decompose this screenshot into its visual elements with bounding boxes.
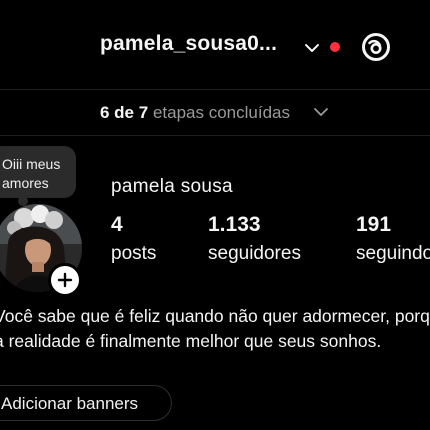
posts-label: posts <box>111 243 157 264</box>
notification-dot <box>330 42 340 52</box>
note-line-1: Oiii meus <box>2 156 61 172</box>
stat-posts[interactable]: 4 posts <box>111 212 156 266</box>
bio-line-2: a realidade é finalmente melhor que seus… <box>0 331 382 351</box>
stat-following[interactable]: 191 seguindo <box>356 212 430 266</box>
followers-label: seguidores <box>208 243 301 264</box>
threads-icon[interactable] <box>360 30 392 64</box>
steps-completed-count: 6 de 7 <box>100 103 149 122</box>
profile-bio: Você sabe que é feliz quando não quer ad… <box>0 304 430 354</box>
posts-count: 4 <box>111 213 123 236</box>
profile-screen: pamela_sousa0... 6 de 7 etapas concluída… <box>0 0 430 430</box>
add-story-button[interactable] <box>48 263 82 297</box>
profile-display-name: pamela sousa <box>111 176 233 197</box>
note-line-2: amores <box>2 175 49 191</box>
plus-icon <box>57 272 73 288</box>
following-label: seguindo <box>356 243 430 264</box>
steps-chevron-down-icon[interactable] <box>313 106 329 118</box>
profile-steps-row[interactable]: 6 de 7 etapas concluídas <box>0 90 430 136</box>
note-bubble[interactable]: Oiii meus amores <box>0 146 76 198</box>
stat-followers[interactable]: 1.133 seguidores <box>208 212 301 266</box>
add-banners-label: Adicionar banners <box>1 394 139 413</box>
bio-line-1: Você sabe que é feliz quando não quer ad… <box>0 306 430 326</box>
add-banners-button[interactable]: Adicionar banners <box>0 385 172 421</box>
steps-completed-label: etapas concluídas <box>152 103 290 122</box>
followers-count: 1.133 <box>208 213 261 236</box>
chevron-down-icon[interactable] <box>302 40 322 56</box>
top-bar: pamela_sousa0... <box>0 0 430 90</box>
account-switcher-username[interactable]: pamela_sousa0... <box>100 32 277 56</box>
steps-progress-text: 6 de 7 etapas concluídas <box>100 103 290 123</box>
following-count: 191 <box>356 213 392 236</box>
